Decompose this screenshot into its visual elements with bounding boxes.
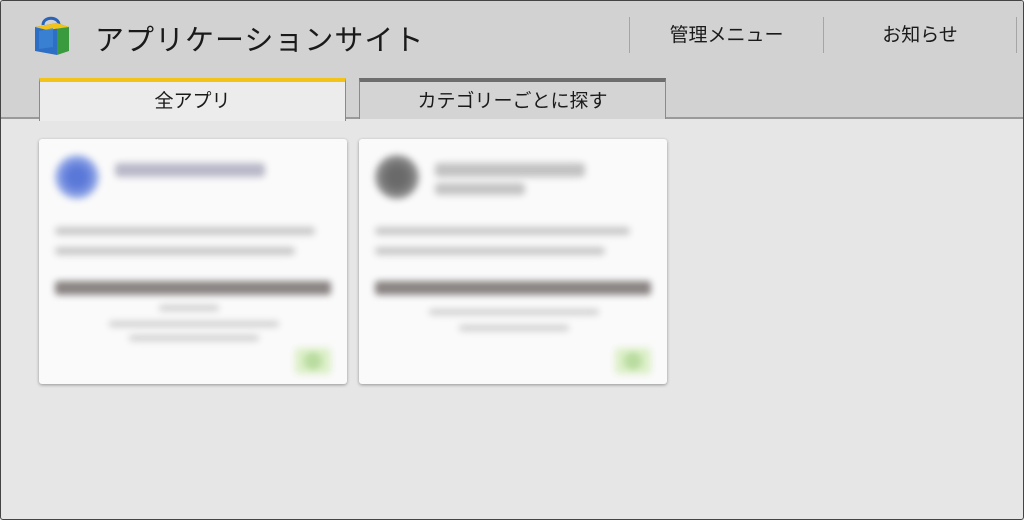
app-card-title bbox=[435, 163, 585, 177]
app-card-description bbox=[375, 227, 630, 235]
app-card[interactable] bbox=[359, 139, 667, 384]
app-card-blurred-content bbox=[39, 139, 347, 384]
app-window: アプリケーションサイト 管理メニュー お知らせ 全アプリ カテゴリーごとに探す bbox=[0, 0, 1024, 520]
admin-menu-link[interactable]: 管理メニュー bbox=[630, 21, 823, 49]
app-icon bbox=[375, 155, 419, 199]
notices-link[interactable]: お知らせ bbox=[824, 21, 1016, 49]
app-card-meta bbox=[109, 321, 279, 327]
header-bar: アプリケーションサイト 管理メニュー お知らせ 全アプリ カテゴリーごとに探す bbox=[1, 1, 1023, 121]
tab-browse-by-category-label: カテゴリーごとに探す bbox=[417, 90, 608, 112]
app-card-title bbox=[115, 163, 265, 177]
app-title: アプリケーションサイト bbox=[95, 23, 425, 57]
app-card-meta bbox=[429, 309, 599, 315]
app-card-description bbox=[55, 227, 315, 235]
app-card-description bbox=[55, 247, 295, 255]
app-card-blurred-content bbox=[359, 139, 667, 384]
app-card-description bbox=[375, 247, 605, 255]
shopping-bag-logo-icon bbox=[35, 16, 69, 55]
app-card-action-bar bbox=[375, 281, 651, 295]
app-card-badge bbox=[295, 348, 331, 374]
tab-all-apps-label: 全アプリ bbox=[154, 90, 231, 112]
app-card-meta bbox=[129, 335, 259, 341]
nav-divider bbox=[1016, 17, 1017, 53]
app-card-meta bbox=[459, 325, 569, 331]
app-card-action-bar bbox=[55, 281, 331, 295]
tab-browse-by-category[interactable]: カテゴリーごとに探す bbox=[359, 78, 666, 119]
app-icon bbox=[55, 155, 99, 199]
app-card[interactable] bbox=[39, 139, 347, 384]
app-card-subtitle bbox=[435, 183, 525, 195]
app-card-badge bbox=[615, 348, 651, 374]
tab-all-apps[interactable]: 全アプリ bbox=[39, 78, 346, 121]
app-card-meta bbox=[159, 305, 219, 311]
